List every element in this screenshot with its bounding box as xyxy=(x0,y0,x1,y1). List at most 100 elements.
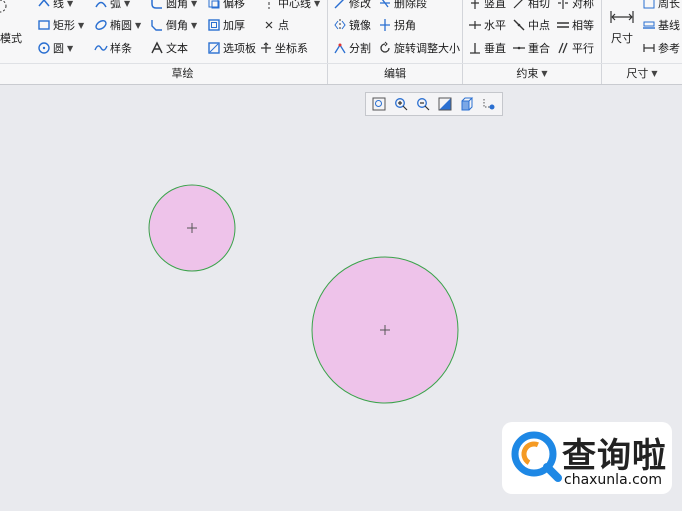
offset-label: 偏移 xyxy=(223,0,245,10)
rectangle-label: 矩形 xyxy=(53,19,75,32)
perpendicular-constraint-button[interactable]: 垂直 xyxy=(468,38,506,58)
corner-label: 拐角 xyxy=(394,19,416,32)
offset-button[interactable]: 偏移 xyxy=(207,0,245,13)
delete-segment-label: 删除段 xyxy=(394,0,427,10)
divide-label: 分割 xyxy=(349,42,371,55)
vertical-icon xyxy=(471,0,479,9)
tangent-icon xyxy=(513,0,523,9)
thicken-button[interactable]: 加厚 xyxy=(207,15,245,35)
point-label: 点 xyxy=(278,19,289,32)
dimension-icon xyxy=(610,11,634,23)
mode-label: 模式 xyxy=(0,32,22,45)
mode-icon xyxy=(0,0,7,13)
reference-icon xyxy=(643,44,655,52)
mirror-label: 镜像 xyxy=(349,19,371,32)
perimeter-label: 周长 xyxy=(658,0,680,10)
text-button[interactable]: 文本 xyxy=(150,38,188,58)
modify-button[interactable]: 修改 xyxy=(333,0,371,13)
point-icon xyxy=(265,21,273,29)
reference-label: 参考 xyxy=(658,42,680,55)
midpoint-icon xyxy=(513,19,525,31)
equal-icon xyxy=(557,22,569,28)
horizontal-icon xyxy=(469,21,481,29)
rectangle-button[interactable]: 矩形 ▼ xyxy=(37,15,84,35)
centerline-button[interactable]: 中心线 ▼ xyxy=(262,0,320,13)
chamfer-label: 倒角 xyxy=(166,19,188,32)
vertical-constraint-button[interactable]: 竖直 xyxy=(468,0,506,13)
palette-button[interactable]: 选项板 xyxy=(207,38,256,58)
rotate-resize-button[interactable]: 旋转调整大小 xyxy=(378,38,460,58)
fillet-button[interactable]: 圆角 ▼ xyxy=(150,0,197,13)
coord-system-icon xyxy=(261,42,271,53)
offset-icon xyxy=(208,0,220,9)
ellipse-label: 椭圆 xyxy=(110,19,132,32)
symmetric-label: 对称 xyxy=(572,0,594,10)
baseline-icon xyxy=(643,21,655,29)
rotate-resize-icon xyxy=(380,41,390,53)
vertical-label: 竖直 xyxy=(484,0,506,10)
arc-icon xyxy=(95,1,107,8)
fillet-label: 圆角 xyxy=(166,0,188,10)
coord-system-button[interactable]: 坐标系 xyxy=(259,38,308,58)
midpoint-constraint-button[interactable]: 中点 xyxy=(512,15,550,35)
coincident-icon xyxy=(513,46,525,50)
horizontal-constraint-button[interactable]: 水平 xyxy=(468,15,506,35)
rectangle-icon xyxy=(38,20,50,30)
spline-icon xyxy=(94,45,108,51)
spline-label: 样条 xyxy=(110,42,132,55)
parallel-icon xyxy=(558,42,568,54)
perimeter-icon xyxy=(643,0,655,9)
equal-label: 相等 xyxy=(572,19,594,32)
modify-icon xyxy=(334,0,344,9)
watermark-name-en: chaxunla.com xyxy=(564,472,662,488)
watermark-name-cn: 查询啦 xyxy=(562,436,667,476)
arc-button[interactable]: 弧 ▼ xyxy=(94,0,130,13)
modify-label: 修改 xyxy=(349,0,371,10)
circle-button[interactable]: 圆 ▼ xyxy=(37,38,73,58)
divide-button[interactable]: 分割 xyxy=(333,38,371,58)
group-label-dimension[interactable]: 尺寸 ▼ xyxy=(602,65,682,81)
line-button[interactable]: 线 ▼ xyxy=(37,0,73,13)
circle-icon xyxy=(38,42,50,54)
mode-button[interactable]: 模式 xyxy=(0,28,22,48)
coincident-label: 重合 xyxy=(528,42,550,55)
thicken-label: 加厚 xyxy=(223,19,245,32)
text-icon xyxy=(151,41,163,54)
spline-button[interactable]: 样条 xyxy=(94,38,132,58)
line-label: 线 xyxy=(53,0,64,10)
palette-label: 选项板 xyxy=(223,42,256,55)
parallel-constraint-button[interactable]: 平行 xyxy=(556,38,594,58)
palette-icon xyxy=(208,42,220,54)
coincident-constraint-button[interactable]: 重合 xyxy=(512,38,550,58)
horizontal-label: 水平 xyxy=(484,19,506,32)
rotate-resize-label: 旋转调整大小 xyxy=(394,42,460,55)
small-circle[interactable] xyxy=(148,184,236,272)
tangent-constraint-button[interactable]: 相切 xyxy=(512,0,550,13)
chamfer-button[interactable]: 倒角 ▼ xyxy=(150,15,197,35)
group-label-constrain[interactable]: 约束 ▼ xyxy=(463,65,601,81)
symmetric-constraint-button[interactable]: 对称 xyxy=(556,0,594,13)
arc-label: 弧 xyxy=(110,0,121,10)
group-label-divider xyxy=(0,63,682,64)
dimension-label: 尺寸 xyxy=(611,32,633,45)
point-button[interactable]: 点 xyxy=(262,15,289,35)
corner-button[interactable]: 拐角 xyxy=(378,15,416,35)
ellipse-icon xyxy=(95,20,107,30)
ribbon: 模式 线 ▼ 弧 ▼ 圆角 ▼ 偏移 中心线 ▼ 矩形 ▼ 椭圆 ▼ 倒角 ▼ 加厚 点 xyxy=(0,0,682,85)
line-icon xyxy=(38,0,50,7)
tangent-label: 相切 xyxy=(528,0,550,10)
baseline-button[interactable]: 基线 xyxy=(642,15,680,35)
reference-button[interactable]: 参考 xyxy=(642,38,680,58)
constrain-label: 约束 xyxy=(516,67,539,80)
parallel-label: 平行 xyxy=(572,42,594,55)
group-label-edit: 编辑 xyxy=(384,67,406,80)
dimension-button[interactable]: 尺寸 xyxy=(606,0,638,46)
delete-segment-button[interactable]: 删除段 xyxy=(378,0,427,13)
circle-label: 圆 xyxy=(53,42,64,55)
large-circle[interactable] xyxy=(311,256,459,404)
perimeter-button[interactable]: 周长 xyxy=(642,0,680,13)
equal-constraint-button[interactable]: 相等 xyxy=(556,15,594,35)
coord-system-label: 坐标系 xyxy=(275,42,308,55)
ellipse-button[interactable]: 椭圆 ▼ xyxy=(94,15,141,35)
mirror-button[interactable]: 镜像 xyxy=(333,15,371,35)
